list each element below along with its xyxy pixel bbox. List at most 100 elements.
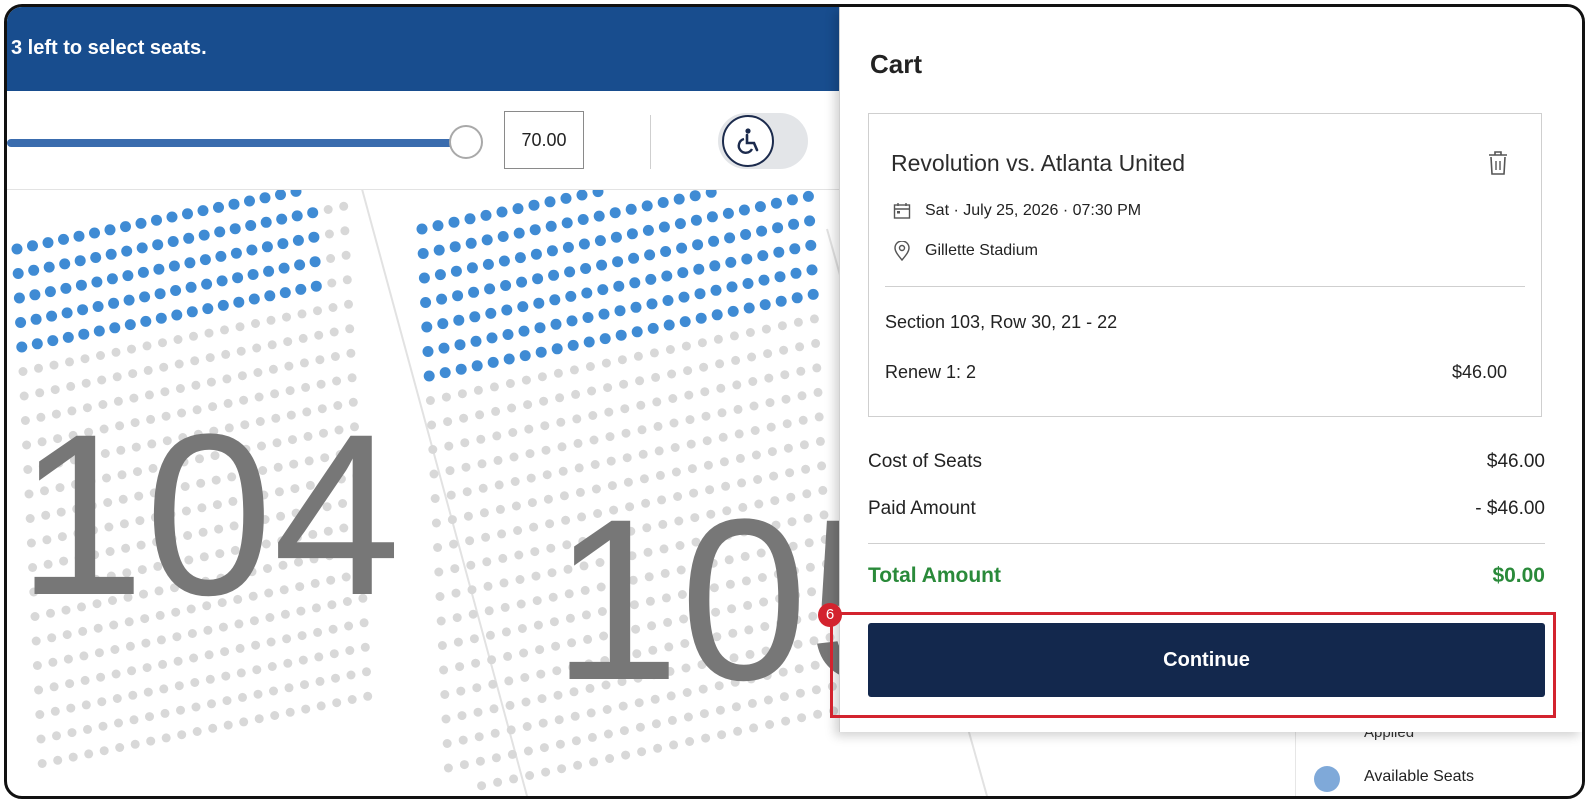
available-seat[interactable] (631, 326, 643, 338)
available-seat[interactable] (775, 295, 787, 307)
available-seat[interactable] (154, 288, 166, 300)
available-seat[interactable] (546, 245, 558, 257)
available-seat[interactable] (91, 276, 103, 288)
available-seat[interactable] (436, 293, 448, 305)
available-seat[interactable] (518, 325, 530, 337)
available-seat[interactable] (417, 248, 429, 259)
available-seat[interactable] (614, 305, 626, 317)
available-seat[interactable] (516, 276, 528, 288)
available-seat[interactable] (182, 208, 193, 220)
available-seat[interactable] (244, 195, 255, 207)
available-seat[interactable] (532, 273, 544, 285)
available-seat[interactable] (612, 256, 624, 268)
available-seat[interactable] (438, 342, 450, 354)
available-seat[interactable] (482, 258, 494, 270)
available-seat[interactable] (31, 338, 43, 350)
available-seat[interactable] (529, 224, 541, 236)
available-seat[interactable] (214, 226, 226, 238)
available-seat[interactable] (153, 263, 165, 275)
available-seat[interactable] (741, 253, 753, 265)
available-seat[interactable] (28, 264, 40, 276)
available-seat[interactable] (502, 329, 514, 340)
available-seat[interactable] (641, 200, 653, 212)
available-seat[interactable] (122, 270, 134, 282)
available-seat[interactable] (626, 228, 638, 240)
available-seat[interactable] (790, 267, 802, 279)
available-seat[interactable] (498, 255, 510, 267)
available-seat[interactable] (805, 239, 817, 251)
available-seat[interactable] (789, 243, 801, 255)
available-seat[interactable] (106, 273, 118, 285)
available-seat[interactable] (583, 336, 595, 348)
available-seat[interactable] (466, 262, 478, 274)
available-seat[interactable] (743, 302, 755, 314)
available-seat[interactable] (533, 297, 545, 309)
available-seat[interactable] (530, 248, 542, 260)
available-seat[interactable] (646, 298, 658, 310)
available-seat[interactable] (292, 234, 304, 246)
available-seat[interactable] (449, 241, 461, 253)
available-seat[interactable] (47, 335, 59, 347)
available-seat[interactable] (124, 319, 136, 331)
available-seat[interactable] (657, 197, 669, 208)
available-seat[interactable] (136, 242, 148, 254)
available-seat[interactable] (197, 205, 209, 217)
available-seat[interactable] (758, 274, 770, 286)
available-seat[interactable] (295, 283, 307, 295)
available-seat[interactable] (706, 211, 718, 223)
available-seat[interactable] (480, 209, 492, 221)
available-seat[interactable] (694, 288, 706, 300)
available-seat[interactable] (615, 329, 627, 341)
available-seat[interactable] (245, 220, 257, 231)
available-seat[interactable] (423, 370, 435, 382)
available-seat[interactable] (711, 309, 723, 321)
available-seat[interactable] (184, 257, 196, 269)
max-price-input[interactable]: 70.00 (504, 111, 584, 169)
available-seat[interactable] (186, 306, 198, 318)
available-seat[interactable] (310, 280, 322, 292)
available-seat[interactable] (455, 363, 467, 375)
available-seat[interactable] (594, 235, 606, 247)
available-seat[interactable] (15, 317, 27, 328)
available-seat[interactable] (73, 230, 85, 242)
available-seat[interactable] (167, 236, 179, 247)
available-seat[interactable] (16, 341, 28, 353)
available-seat[interactable] (519, 350, 531, 362)
available-seat[interactable] (454, 339, 466, 351)
available-seat[interactable] (514, 252, 526, 264)
available-seat[interactable] (807, 288, 819, 300)
available-seat[interactable] (644, 249, 656, 261)
available-seat[interactable] (471, 360, 483, 372)
available-seat[interactable] (11, 243, 23, 255)
available-seat[interactable] (60, 282, 72, 294)
available-seat[interactable] (673, 193, 685, 205)
available-seat[interactable] (58, 233, 69, 245)
available-seat[interactable] (695, 312, 707, 324)
available-seat[interactable] (690, 214, 702, 226)
available-seat[interactable] (738, 204, 750, 216)
available-seat[interactable] (308, 231, 320, 243)
available-seat[interactable] (660, 246, 672, 257)
available-seat[interactable] (496, 206, 508, 218)
available-seat[interactable] (535, 346, 547, 358)
available-seat[interactable] (422, 346, 434, 357)
available-seat[interactable] (421, 321, 433, 333)
available-seat[interactable] (487, 356, 499, 368)
available-seat[interactable] (452, 290, 464, 302)
available-seat[interactable] (804, 215, 816, 227)
available-seat[interactable] (104, 224, 116, 236)
available-seat[interactable] (123, 294, 135, 306)
available-seat[interactable] (61, 307, 73, 319)
available-seat[interactable] (137, 266, 149, 278)
available-seat[interactable] (677, 267, 689, 279)
available-seat[interactable] (168, 260, 180, 272)
price-slider-track[interactable] (7, 139, 472, 147)
available-seat[interactable] (709, 260, 721, 272)
available-seat[interactable] (92, 301, 104, 312)
available-seat[interactable] (722, 207, 734, 219)
available-seat[interactable] (609, 207, 621, 219)
available-seat[interactable] (75, 279, 87, 291)
available-seat[interactable] (645, 273, 657, 285)
available-seat[interactable] (689, 190, 701, 202)
available-seat[interactable] (727, 305, 739, 317)
